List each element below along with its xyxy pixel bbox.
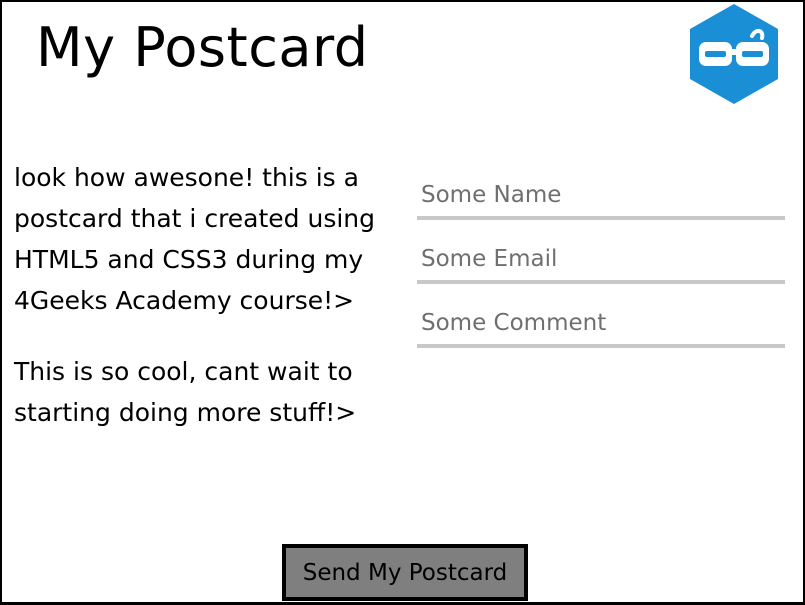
comment-input[interactable] bbox=[417, 302, 785, 348]
message-paragraph-1: look how awesone! this is a postcard tha… bbox=[14, 163, 376, 315]
message-text: look how awesone! this is a postcard tha… bbox=[14, 157, 394, 433]
postcard-card: My Postcard look how awesone! this is a … bbox=[0, 0, 805, 605]
4geeks-logo-icon bbox=[690, 4, 778, 104]
send-postcard-button[interactable]: Send My Postcard bbox=[282, 544, 528, 601]
email-input[interactable] bbox=[417, 238, 785, 284]
name-input[interactable] bbox=[417, 174, 785, 220]
page-title: My Postcard bbox=[36, 16, 369, 79]
message-paragraph-2: This is so cool, cant wait to starting d… bbox=[14, 357, 357, 427]
postcard-form bbox=[417, 174, 785, 366]
